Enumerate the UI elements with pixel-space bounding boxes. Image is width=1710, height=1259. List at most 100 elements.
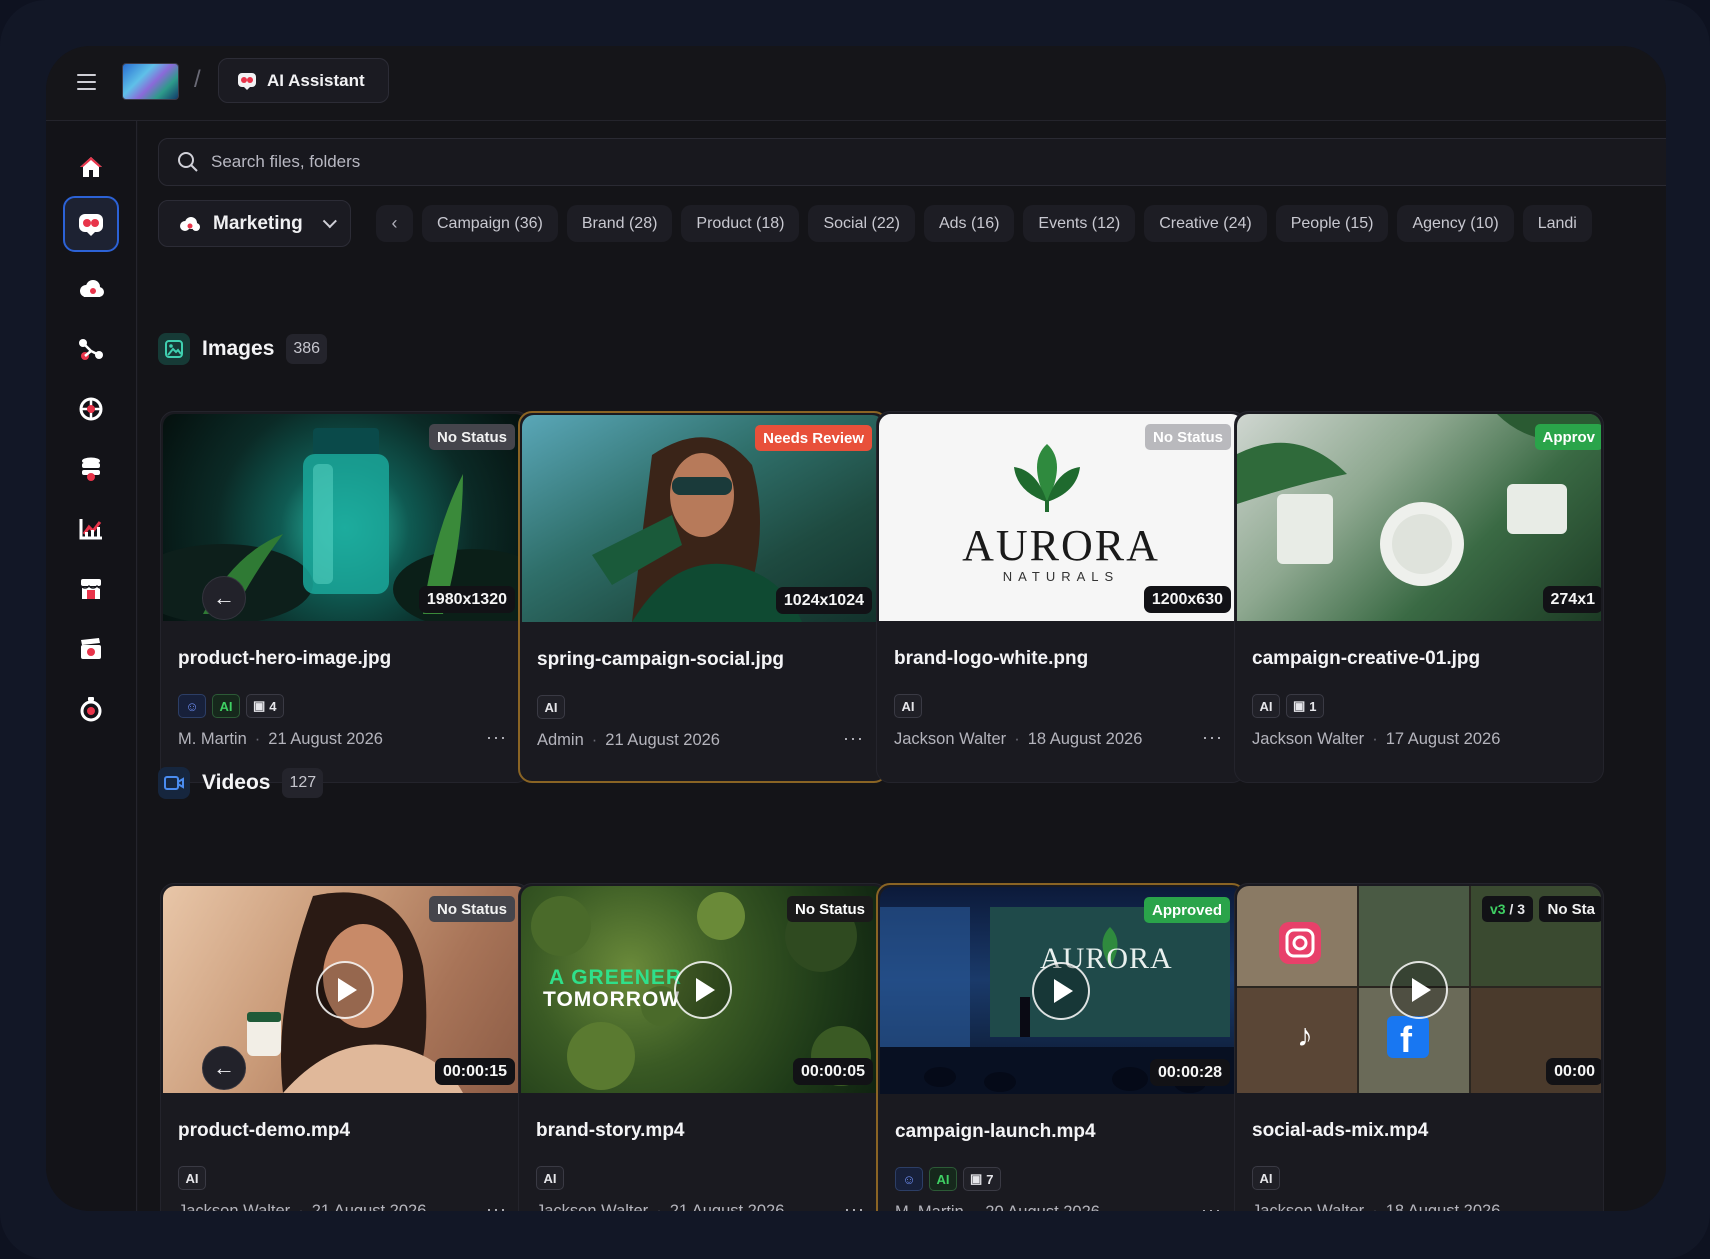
version-label: v3 bbox=[1489, 901, 1506, 917]
more-options-icon[interactable]: ··· bbox=[486, 727, 507, 748]
ai-tag: AI bbox=[929, 1167, 957, 1191]
play-button[interactable] bbox=[1390, 960, 1448, 1019]
dimension-badge: 1200x630 bbox=[1143, 586, 1231, 613]
pills-prev-button[interactable]: ‹ bbox=[376, 205, 413, 242]
author: Admin bbox=[537, 731, 584, 749]
tag-row: AI bbox=[536, 1166, 564, 1190]
video-card[interactable]: A GREENER TOMORROW No Status 00:00:05 br… bbox=[518, 883, 888, 1211]
play-icon bbox=[696, 977, 715, 1002]
dimension-badge: 1980x1320 bbox=[418, 586, 515, 613]
more-options-icon[interactable]: ··· bbox=[844, 1199, 865, 1211]
videos-section-header: Videos 127 bbox=[158, 767, 324, 799]
file-name: social-ads-mix.mp4 bbox=[1252, 1120, 1429, 1141]
file-name: product-hero-image.jpg bbox=[178, 648, 392, 669]
images-count: 386 bbox=[286, 334, 328, 364]
analytics-nav[interactable] bbox=[63, 501, 119, 557]
pill-ads[interactable]: Ads (16) bbox=[923, 205, 1015, 242]
file-name: campaign-launch.mp4 bbox=[895, 1121, 1096, 1142]
separator-dot: · bbox=[1372, 1202, 1378, 1211]
pill-creative[interactable]: Creative (24) bbox=[1144, 205, 1267, 242]
workspace-label: Marketing bbox=[213, 212, 303, 234]
workflow-nav[interactable] bbox=[63, 321, 119, 377]
globe-nav[interactable] bbox=[63, 381, 119, 437]
home-nav[interactable] bbox=[63, 139, 119, 195]
more-options-icon[interactable]: ··· bbox=[1201, 1200, 1222, 1211]
file-meta: Jackson Walter · 18 August 2026 bbox=[894, 730, 1142, 749]
app-window: / AI Assistant Search files, folders Mar… bbox=[46, 46, 1666, 1211]
ai-assistant-nav[interactable] bbox=[63, 196, 119, 252]
pill-landing[interactable]: Landi bbox=[1522, 205, 1592, 242]
author: Jackson Walter bbox=[894, 730, 1007, 748]
database-nav[interactable] bbox=[63, 441, 119, 497]
svg-text:f: f bbox=[1400, 1019, 1413, 1060]
dimension-badge: 1024x1024 bbox=[775, 587, 872, 614]
play-button[interactable] bbox=[316, 960, 374, 1019]
image-card[interactable]: Approv 274x1 campaign-creative-01.jpg AI… bbox=[1234, 411, 1604, 783]
store-icon bbox=[80, 579, 102, 599]
file-name: brand-story.mp4 bbox=[536, 1120, 685, 1141]
breadcrumb-ai-assistant[interactable]: AI Assistant bbox=[218, 58, 389, 103]
pill-social[interactable]: Social (22) bbox=[808, 205, 915, 242]
status-badge: Approv bbox=[1534, 424, 1601, 450]
date: 21 August 2026 bbox=[268, 730, 383, 748]
more-options-icon[interactable]: ··· bbox=[843, 728, 864, 749]
play-button[interactable] bbox=[674, 960, 732, 1019]
author: M. Martin bbox=[178, 730, 247, 748]
file-name: brand-logo-white.png bbox=[894, 648, 1089, 669]
image-preview: AURORA NATURALS No Status 1200x630 bbox=[879, 414, 1243, 621]
main-content: Marketing ‹ Campaign (36)Brand (28)Produ… bbox=[138, 121, 1666, 1211]
file-name: product-demo.mp4 bbox=[178, 1120, 351, 1141]
store-nav[interactable] bbox=[63, 561, 119, 617]
media-nav[interactable] bbox=[63, 621, 119, 677]
images-prev-arrow[interactable]: ← bbox=[202, 576, 246, 620]
timer-icon bbox=[80, 697, 102, 722]
search-icon bbox=[178, 152, 198, 172]
images-section-header: Images 386 bbox=[158, 333, 328, 365]
people-tag-icon: ☺ bbox=[178, 694, 206, 718]
duration-badge: 00:00 bbox=[1546, 1058, 1601, 1085]
play-button[interactable] bbox=[1032, 961, 1090, 1020]
version-badge: v3 / 3 bbox=[1481, 896, 1533, 922]
breadcrumb-separator: / bbox=[194, 66, 201, 93]
workspace-thumbnail[interactable] bbox=[122, 63, 179, 100]
tag-row: AI bbox=[1252, 1166, 1280, 1190]
videos-prev-arrow[interactable]: ← bbox=[202, 1046, 246, 1090]
date: 20 August 2026 bbox=[985, 1203, 1100, 1211]
separator-dot: · bbox=[972, 1203, 978, 1211]
cloud-nav[interactable] bbox=[63, 261, 119, 317]
file-meta: Admin · 21 August 2026 bbox=[537, 731, 720, 750]
svg-text:♪: ♪ bbox=[1297, 1017, 1313, 1053]
ai-tag: AI bbox=[537, 695, 565, 719]
images-title: Images bbox=[202, 337, 275, 360]
image-card[interactable]: AURORA NATURALS No Status 1200x630 brand… bbox=[876, 411, 1246, 783]
search-bar[interactable] bbox=[158, 138, 1666, 186]
search-input[interactable] bbox=[211, 152, 811, 172]
version-count: 1 bbox=[1309, 698, 1317, 714]
database-icon bbox=[82, 457, 100, 481]
video-card[interactable]: AURORA Approved 00:00:28 campaign-launch… bbox=[876, 883, 1246, 1211]
more-options-icon[interactable]: ··· bbox=[1202, 727, 1223, 748]
video-preview: f ♪ v3 / 3 No Sta 00:00 bbox=[1237, 886, 1601, 1093]
separator-dot: · bbox=[1372, 730, 1378, 748]
video-card[interactable]: f ♪ v3 / 3 No Sta 00:00 social-ads-mix.m… bbox=[1234, 883, 1604, 1211]
chevron-down-icon bbox=[322, 213, 337, 228]
play-icon bbox=[1054, 978, 1073, 1003]
pill-agency[interactable]: Agency (10) bbox=[1397, 205, 1514, 242]
more-options-icon[interactable]: ··· bbox=[486, 1199, 507, 1211]
overlay-text-line2: TOMORROW bbox=[543, 988, 681, 1011]
pill-brand[interactable]: Brand (28) bbox=[566, 205, 673, 242]
workspace-dropdown[interactable]: Marketing bbox=[158, 200, 351, 247]
pill-events[interactable]: Events (12) bbox=[1023, 205, 1136, 242]
menu-icon[interactable] bbox=[77, 74, 96, 90]
timer-nav[interactable] bbox=[63, 681, 119, 737]
file-name: campaign-creative-01.jpg bbox=[1252, 648, 1481, 669]
pill-campaign[interactable]: Campaign (36) bbox=[422, 205, 558, 242]
pill-people[interactable]: People (15) bbox=[1275, 205, 1389, 242]
device-frame: / AI Assistant Search files, folders Mar… bbox=[0, 0, 1710, 1259]
file-meta: Jackson Walter · 21 August 2026 bbox=[178, 1202, 426, 1211]
pill-product[interactable]: Product (18) bbox=[681, 205, 800, 242]
home-icon bbox=[80, 157, 102, 177]
image-card[interactable]: Needs Review 1024x1024 spring-campaign-s… bbox=[518, 411, 888, 783]
duration-badge: 00:00:28 bbox=[1149, 1059, 1230, 1086]
arrow-left-icon: ← bbox=[213, 585, 235, 610]
